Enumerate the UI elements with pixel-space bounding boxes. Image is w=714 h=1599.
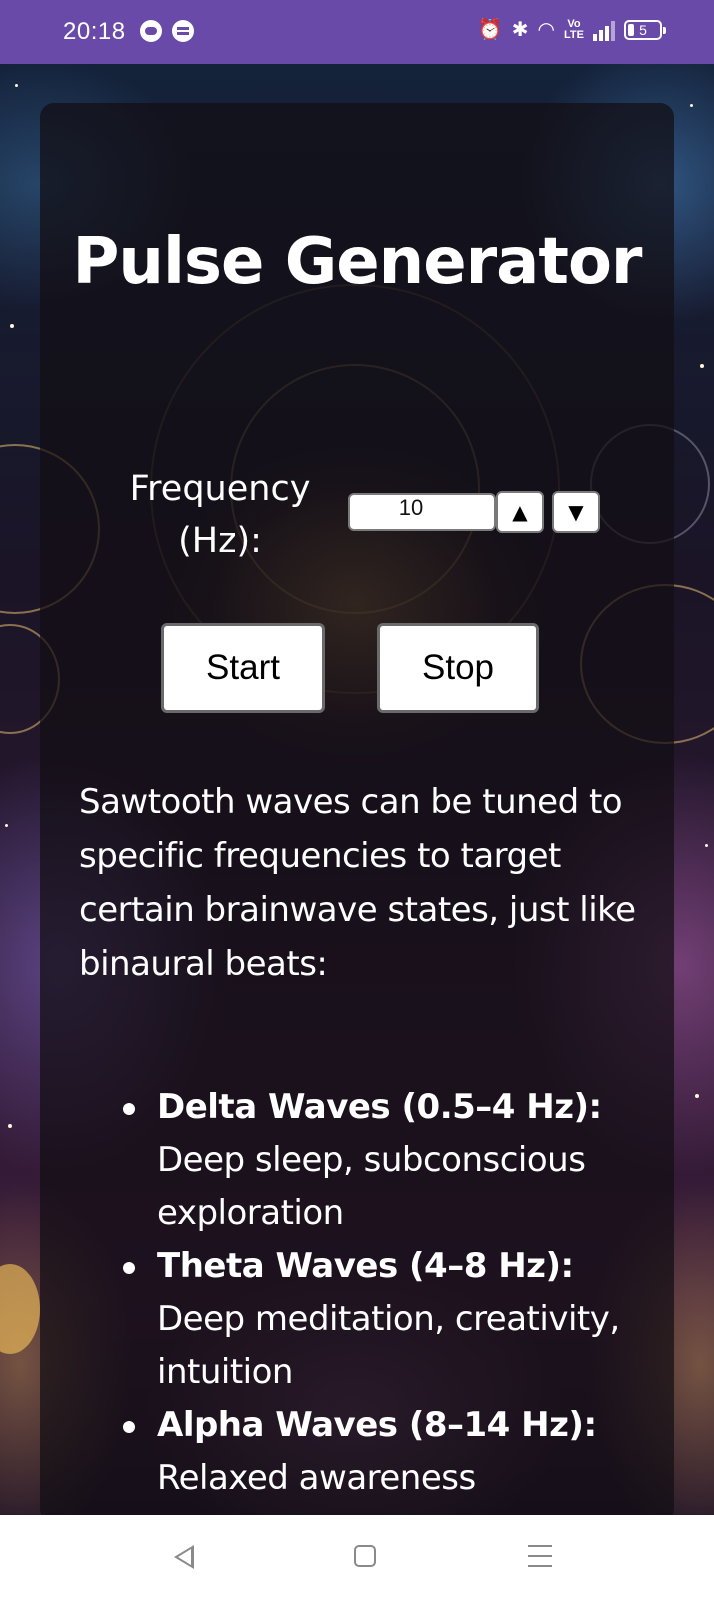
- back-icon[interactable]: [174, 1545, 194, 1569]
- star: [695, 1094, 699, 1098]
- messaging-notification-icon: [172, 20, 194, 42]
- robot-notification-icon: [140, 20, 162, 42]
- list-item: Alpha Waves (8–14 Hz): Relaxed awareness: [123, 1399, 663, 1505]
- glow-left: [0, 1264, 40, 1354]
- volte-icon: Vo LTE: [564, 18, 584, 41]
- intro-text: Sawtooth waves can be tuned to specific …: [79, 782, 636, 984]
- brainwave-list: Delta Waves (0.5–4 Hz): Deep sleep, subc…: [123, 1081, 663, 1505]
- star: [700, 364, 704, 368]
- battery-icon: 5: [624, 20, 666, 40]
- wave-name: Delta Waves (0.5–4 Hz):: [157, 1087, 602, 1127]
- bluetooth-icon: ✱: [511, 19, 529, 41]
- star: [690, 104, 693, 107]
- wave-description: Deep sleep, subconscious exploration: [157, 1140, 586, 1233]
- stop-button[interactable]: Stop: [377, 623, 539, 713]
- start-button[interactable]: Start: [161, 623, 325, 713]
- star: [705, 844, 708, 847]
- home-icon[interactable]: [354, 1545, 376, 1567]
- list-item: Theta Waves (4–8 Hz): Deep meditation, c…: [123, 1240, 663, 1399]
- status-bar: 20:18 ⏰ ✱ ◠ Vo LTE 5: [0, 0, 714, 64]
- frequency-decrement-button[interactable]: ▼: [552, 491, 600, 533]
- page-title-text: Pulse Generator: [72, 225, 643, 299]
- main-panel: Pulse Generator Frequency (Hz): 10 ▲ ▼ S…: [40, 103, 674, 1523]
- list-item: Delta Waves (0.5–4 Hz): Deep sleep, subc…: [123, 1081, 663, 1240]
- star: [15, 84, 18, 87]
- star: [5, 824, 8, 827]
- star: [10, 324, 14, 328]
- wave-description: Deep meditation, creativity, intuition: [157, 1299, 620, 1392]
- star: [8, 1124, 12, 1128]
- battery-level: 5: [639, 22, 647, 38]
- frequency-input[interactable]: 10: [348, 493, 496, 531]
- status-time: 20:18: [63, 18, 126, 45]
- page-title: Pulse Generator: [40, 208, 674, 316]
- wave-description: Relaxed awareness: [157, 1458, 476, 1498]
- wifi-icon: ◠: [537, 19, 555, 41]
- frequency-increment-button[interactable]: ▲: [496, 491, 544, 533]
- system-icons: ⏰ ✱ ◠ Vo LTE 5: [477, 17, 666, 43]
- signal-icon: [593, 19, 615, 41]
- recents-icon[interactable]: [528, 1545, 552, 1567]
- wave-name: Alpha Waves (8–14 Hz):: [157, 1405, 597, 1445]
- alarm-icon: ⏰: [477, 19, 503, 41]
- notification-icons: [140, 20, 194, 42]
- frequency-label: Frequency (Hz):: [129, 469, 311, 561]
- navigation-bar: [0, 1515, 714, 1599]
- wave-name: Theta Waves (4–8 Hz):: [157, 1246, 574, 1286]
